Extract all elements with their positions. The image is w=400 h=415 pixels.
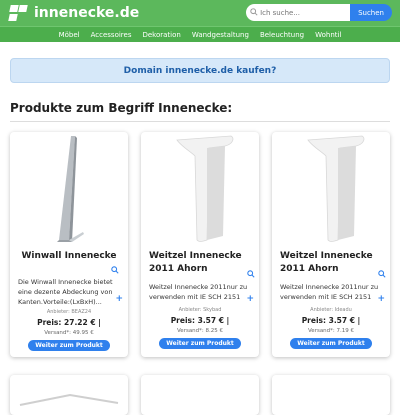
expand-plus-icon[interactable]: +: [377, 294, 385, 304]
product-description: Weitzel Innenecke 2011nur zu verwenden m…: [280, 283, 379, 301]
zoom-icon[interactable]: [378, 270, 386, 278]
product-price: Preis: 27.22 € |: [37, 318, 101, 327]
product-shipping: Versand*: 8.25 €: [176, 328, 224, 334]
product-image-partial: [19, 393, 119, 406]
product-button[interactable]: Weiter zum Produkt: [290, 338, 372, 349]
product-price: Preis: 3.57 € |: [170, 316, 230, 325]
product-seller: Anbieter: Ideadu: [310, 307, 352, 313]
white-corner-piece-icon: [176, 135, 234, 242]
product-card[interactable]: Winwall Innenecke Die Winwall Innenecke …: [10, 132, 128, 357]
product-card[interactable]: [141, 375, 259, 415]
product-description: Weitzel Innenecke 2011nur zu verwenden m…: [149, 283, 248, 301]
category-nav: Möbel Accessoires Dekoration Wandgestalt…: [0, 26, 400, 42]
search-icon: [250, 8, 258, 16]
nav-item-beleuchtung[interactable]: Beleuchtung: [260, 31, 304, 39]
product-shipping: Versand*: 7.19 €: [307, 328, 355, 334]
search-button[interactable]: Suchen: [350, 4, 392, 21]
product-title[interactable]: Weitzel Innenecke 2011 Ahorn: [141, 250, 259, 276]
product-image[interactable]: [10, 132, 128, 244]
product-image[interactable]: [141, 132, 259, 244]
nav-item-accessoires[interactable]: Accessoires: [91, 31, 132, 39]
top-header: innenecke.de Suchen: [0, 0, 400, 26]
product-image[interactable]: [272, 132, 390, 244]
nav-item-dekoration[interactable]: Dekoration: [142, 31, 180, 39]
product-seller: Anbieter: BEAZ24: [46, 309, 92, 315]
product-description: Die Winwall Innenecke bietet eine dezent…: [18, 278, 113, 306]
search-bar: Suchen: [246, 4, 392, 21]
section-title: Produkte zum Begriff Innenecke:: [10, 101, 390, 122]
expand-plus-icon[interactable]: +: [246, 294, 254, 304]
product-button[interactable]: Weiter zum Produkt: [28, 340, 110, 351]
expand-plus-icon[interactable]: +: [115, 294, 123, 304]
zoom-icon[interactable]: [247, 270, 255, 278]
product-title[interactable]: Weitzel Innenecke 2011 Ahorn: [272, 250, 390, 276]
logo-icon: [8, 4, 28, 22]
white-corner-piece-icon: [307, 135, 365, 242]
product-shipping: Versand*: 49.95 €: [44, 330, 94, 336]
nav-item-moebel[interactable]: Möbel: [59, 31, 80, 39]
domain-sale-banner[interactable]: Domain innenecke.de kaufen?: [10, 58, 390, 83]
site-title[interactable]: innenecke.de: [34, 5, 139, 21]
zoom-icon[interactable]: [111, 266, 119, 274]
nav-item-wandgestaltung[interactable]: Wandgestaltung: [192, 31, 249, 39]
product-grid: Winwall Innenecke Die Winwall Innenecke …: [10, 132, 390, 415]
search-input[interactable]: [246, 4, 351, 21]
product-card[interactable]: [272, 375, 390, 415]
product-seller: Anbieter: Skybad: [178, 307, 222, 313]
product-card[interactable]: [10, 375, 128, 415]
product-button[interactable]: Weiter zum Produkt: [159, 338, 241, 349]
product-card[interactable]: Weitzel Innenecke 2011 Ahorn Weitzel Inn…: [272, 132, 390, 357]
nav-item-wohntil[interactable]: Wohntil: [315, 31, 341, 39]
product-price: Preis: 3.57 € |: [301, 316, 361, 325]
product-card[interactable]: Weitzel Innenecke 2011 Ahorn Weitzel Inn…: [141, 132, 259, 357]
aluminium-corner-profile-icon: [57, 136, 84, 242]
product-title[interactable]: Winwall Innenecke: [10, 250, 128, 263]
